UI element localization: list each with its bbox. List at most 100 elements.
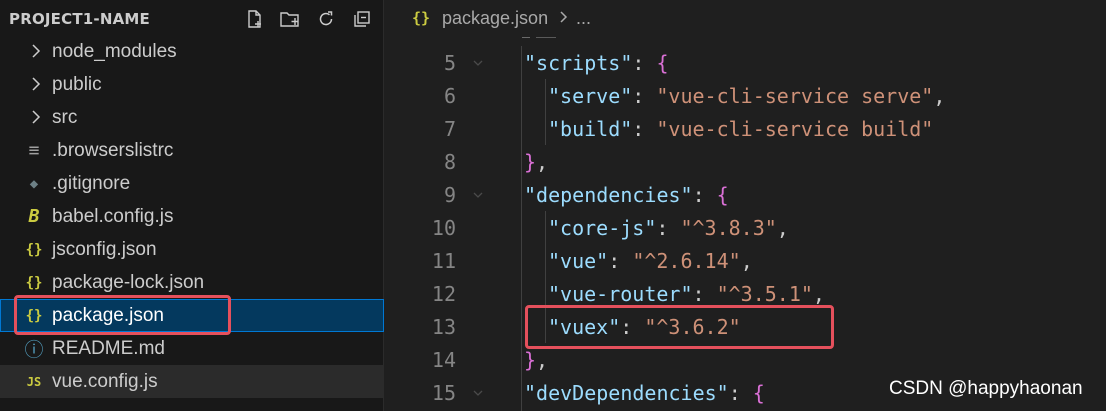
code-token: "devDependencies" (524, 381, 729, 405)
chevron-right-icon[interactable] (28, 76, 44, 92)
highlight-box-package-json (14, 295, 231, 335)
line-number: 5 (443, 51, 456, 75)
fold-chevron-icon[interactable] (471, 188, 485, 202)
code-token: "vue-router" (548, 282, 693, 306)
code-token: "serve" (548, 84, 633, 108)
code-token: : (656, 216, 681, 240)
code-token: : (692, 282, 717, 306)
file-tree-item[interactable]: ◆ .gitignore (0, 167, 384, 200)
line-number: 15 (431, 381, 456, 405)
file-tree-item-label: vue.config.js (52, 371, 158, 392)
code-token: { (716, 183, 729, 207)
file-tree-item[interactable]: JS vue.config.js (0, 365, 384, 398)
file-tree-item[interactable]: public (0, 68, 384, 101)
code-line[interactable]: 11 "vue": "^2.6.14", (384, 244, 1106, 277)
file-tree-item-label: package-lock.json (52, 272, 205, 293)
js-icon: JS (26, 374, 42, 389)
file-tree: node_modulespublic src ≡ .browserslistrc ◆ .g… (0, 35, 384, 398)
new-file-icon[interactable] (242, 7, 266, 31)
code-token: "dependencies" (524, 183, 693, 207)
collapse-all-icon[interactable] (350, 7, 374, 31)
line-number: 14 (431, 348, 456, 372)
chevron-right-icon[interactable] (28, 43, 44, 59)
breadcrumb-more[interactable]: ... (576, 8, 591, 29)
code-line[interactable]: 6 "serve": "vue-cli-service serve", (384, 79, 1106, 112)
file-tree-item[interactable]: {} jsconfig.json (0, 233, 384, 266)
explorer-sidebar: PROJECT1-NAME node_modulespublic src ≡ .bro… (0, 0, 384, 411)
info-icon: ⓘ (24, 339, 44, 361)
code-text: "vue": "^2.6.14", (548, 249, 753, 273)
line-number: 9 (443, 183, 456, 207)
code-token: , (776, 216, 789, 240)
git-icon: ◆ (29, 175, 39, 192)
code-token: "scripts" (524, 51, 633, 75)
file-tree-item[interactable]: node_modules (0, 35, 384, 68)
explorer-actions (242, 7, 374, 31)
code-text: "build": "vue-cli-service build" (548, 117, 933, 141)
code-lines[interactable]: 5 "scripts": {6 "serve": "vue-cli-service … (384, 46, 1106, 409)
file-tree-item-label: .browserslistrc (52, 140, 174, 161)
explorer-title[interactable]: PROJECT1-NAME (9, 10, 150, 28)
fold-chevron-icon[interactable] (471, 386, 485, 400)
new-folder-icon[interactable] (278, 7, 302, 31)
code-token: , (740, 249, 753, 273)
sticky-scroll-peek (522, 30, 582, 38)
file-tree-item-label: node_modules (52, 41, 177, 62)
code-token: "vue-cli-service build" (656, 117, 934, 141)
code-token: "vue" (548, 249, 609, 273)
refresh-icon[interactable] (314, 7, 338, 31)
json-icon: {} (25, 274, 43, 291)
code-token: : (728, 381, 753, 405)
code-line[interactable]: 5 "scripts": { (384, 46, 1106, 79)
code-token: , (812, 282, 825, 306)
code-token: "^3.5.1" (716, 282, 813, 306)
fold-chevron-icon[interactable] (471, 56, 485, 70)
line-number: 6 (443, 84, 456, 108)
code-text: "devDependencies": { (524, 381, 765, 405)
indent-guide (521, 46, 522, 411)
file-tree-item[interactable]: src (0, 101, 384, 134)
code-line[interactable]: 7 "build": "vue-cli-service build" (384, 112, 1106, 145)
file-tree-item[interactable]: ≡ .browserslistrc (0, 134, 384, 167)
file-tree-item-label: jsconfig.json (52, 239, 157, 260)
code-token: : (632, 84, 657, 108)
explorer-header: PROJECT1-NAME (0, 0, 384, 38)
indent-guide (545, 79, 546, 145)
code-token: : (632, 117, 657, 141)
line-number: 7 (443, 117, 456, 141)
code-token: : (608, 249, 633, 273)
file-tree-item-label: README.md (52, 338, 165, 359)
line-number: 10 (431, 216, 456, 240)
line-number: 13 (431, 315, 456, 339)
code-text: "vue-router": "^3.5.1", (548, 282, 825, 306)
code-text: "core-js": "^3.8.3", (548, 216, 789, 240)
code-token: { (656, 51, 669, 75)
file-tree-item-label: public (52, 74, 102, 95)
code-text: "dependencies": { (524, 183, 729, 207)
code-token: { (752, 381, 765, 405)
json-icon: {} (25, 241, 43, 258)
highlight-box-vuex (525, 305, 834, 349)
code-line[interactable]: 10 "core-js": "^3.8.3", (384, 211, 1106, 244)
line-number: 12 (431, 282, 456, 306)
line-number: 11 (431, 249, 456, 273)
file-tree-item[interactable]: ⓘ README.md (0, 332, 384, 365)
breadcrumb-file[interactable]: package.json (442, 8, 548, 29)
code-line[interactable]: 8}, (384, 145, 1106, 178)
code-line[interactable]: 9 "dependencies": { (384, 178, 1106, 211)
lines-icon: ≡ (28, 140, 40, 161)
code-token: "^2.6.14" (632, 249, 741, 273)
code-text: }, (524, 150, 548, 174)
file-tree-item[interactable]: Bbabel.config.js (0, 200, 384, 233)
code-editor: {} package.json ... 5 "scripts": {6 "serve… (384, 0, 1106, 411)
watermark: CSDN @happyhaonan (889, 378, 1083, 399)
code-token: "build" (548, 117, 633, 141)
chevron-right-icon[interactable] (28, 109, 44, 125)
code-text: }, (524, 348, 548, 372)
code-token: , (536, 348, 549, 372)
file-tree-item-label: src (52, 107, 78, 128)
babel-icon: B (28, 206, 40, 227)
code-token: , (933, 84, 946, 108)
code-text: "scripts": { (524, 51, 669, 75)
code-token: "^3.8.3" (680, 216, 777, 240)
